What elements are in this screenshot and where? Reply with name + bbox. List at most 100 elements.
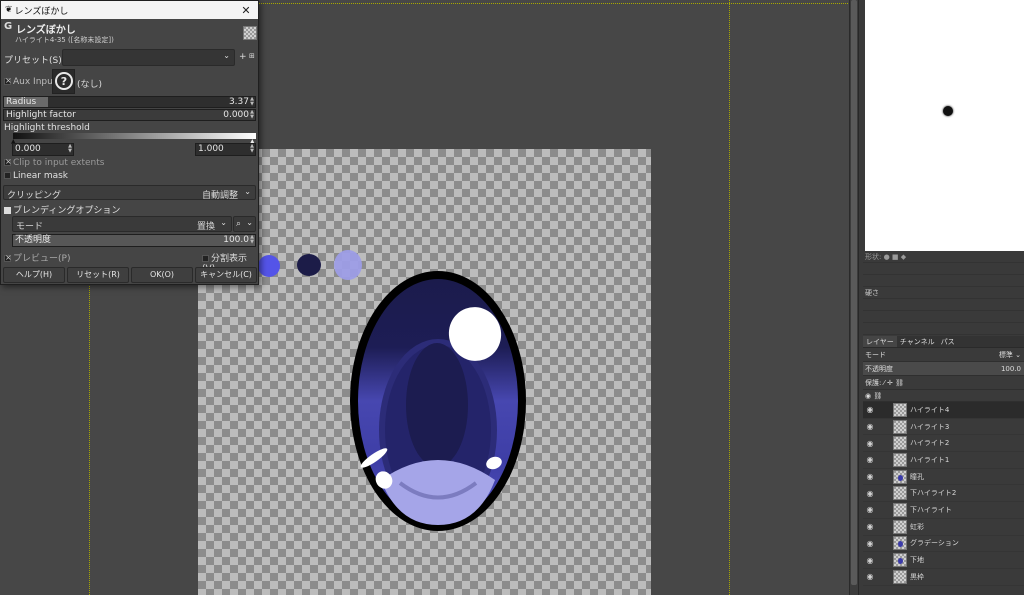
layer-row[interactable]: ◉ 下地 (863, 552, 1024, 569)
ok-button[interactable]: OK(O) (131, 267, 193, 283)
clip-extents-check[interactable] (4, 157, 12, 166)
threshold-gradient-bar[interactable] (13, 133, 256, 139)
scroll-thumb[interactable] (851, 0, 857, 585)
layer-row[interactable]: ◉ ハイライト4 (863, 402, 1024, 419)
right-dock: 形状: ● ■ ◆ 硬さ レイヤー チャンネル パス モード 標準 ⌄ 不透明度… (858, 0, 1024, 595)
clipping-combo[interactable]: クリッピング 自動調整 ⌄ (3, 185, 256, 201)
layer-row[interactable]: ◉ ハイライト3 (863, 419, 1024, 436)
layer-thumbnail (893, 569, 907, 584)
layer-opacity-label: 不透明度 (865, 365, 893, 373)
layer-row[interactable]: ◉ グラデーション (863, 536, 1024, 553)
preset-menu-icon[interactable]: ⊞ (249, 52, 255, 60)
tool-option-row[interactable] (863, 275, 1024, 287)
hardness-label: 硬さ (865, 289, 879, 297)
tool-option-row[interactable] (863, 263, 1024, 275)
tool-option-row[interactable] (863, 311, 1024, 323)
layer-name-label: 下ハイライト (910, 505, 952, 514)
tab-paths[interactable]: パス (938, 336, 958, 347)
layer-row[interactable]: ◉ 下ハイライト (863, 502, 1024, 519)
threshold-low-spin[interactable]: 0.000 ▲ ▼ (12, 143, 74, 156)
layer-row[interactable]: ◉ 虹彩 (863, 519, 1024, 536)
visibility-eye-icon[interactable]: ◉ (863, 572, 877, 581)
aux-input-checkbox[interactable]: Aux Input (4, 76, 57, 87)
brush-shape-row[interactable]: 形状: ● ■ ◆ (863, 251, 1024, 263)
visibility-eye-icon[interactable]: ◉ (863, 405, 877, 414)
highlight-factor-value[interactable]: 0.000 (223, 110, 249, 121)
linear-mask-checkbox[interactable]: Linear mask (4, 171, 68, 181)
layer-row[interactable]: ◉ ハイライト1 (863, 452, 1024, 469)
tool-option-row[interactable] (863, 323, 1024, 335)
close-icon[interactable]: ✕ (234, 4, 258, 17)
visibility-eye-icon[interactable]: ◉ (863, 539, 877, 548)
add-preset-icon[interactable]: + (239, 52, 247, 62)
preset-combo[interactable]: ⌄ (62, 49, 235, 66)
radius-label: Radius (6, 97, 37, 107)
blend-options-toggle[interactable]: ブレンディングオプション (4, 203, 120, 216)
layer-mode-select[interactable]: 標準 ⌄ (999, 348, 1021, 362)
canvas-vertical-scrollbar[interactable] (849, 0, 858, 595)
preview-label: プレビュー(P) (13, 254, 71, 264)
preset-label: プリセット(S): (4, 56, 65, 66)
visibility-eye-icon[interactable]: ◉ (863, 455, 877, 464)
visibility-eye-icon[interactable]: ◉ (863, 505, 877, 514)
threshold-high-spin[interactable]: 1.000 ▲ ▼ (195, 143, 256, 156)
highlight-factor-slider[interactable]: Highlight factor 0.000 ▲ ▼ (3, 109, 256, 121)
aux-input-label: Aux Input (13, 77, 57, 87)
radius-value[interactable]: 3.37 (229, 97, 249, 108)
spin-arrows-icon[interactable]: ▲ ▼ (250, 144, 254, 154)
spin-arrows-icon[interactable]: ▲ ▼ (250, 97, 254, 107)
linear-mask-check[interactable] (4, 172, 11, 179)
dialog-titlebar[interactable]: ❦ レンズぼかし ✕ (1, 1, 258, 19)
gimp-icon: ❦ (5, 5, 13, 15)
help-button[interactable]: ヘルプ(H) (3, 267, 65, 283)
filter-header: G レンズぼかし ハイライト4-35 ([名称未設定]) (3, 21, 258, 47)
visibility-eye-icon[interactable]: ◉ (863, 522, 877, 531)
clipping-value: 自動調整 (201, 191, 238, 201)
visibility-eye-icon[interactable]: ◉ (863, 422, 877, 431)
shape-icons[interactable]: ● ■ ◆ (884, 253, 907, 261)
threshold-high-value[interactable]: 1.000 (198, 144, 224, 155)
layer-name-label: ハイライト4 (910, 405, 950, 414)
cancel-button[interactable]: キャンセル(C) (195, 267, 257, 283)
tab-channels[interactable]: チャンネル (897, 336, 938, 347)
linear-mask-row[interactable]: Linear mask (3, 171, 258, 183)
lock-icons[interactable]: ⁄ ✛ ⛓ (884, 379, 904, 387)
layer-mode-label: モード (865, 351, 886, 359)
preview-checkbox[interactable]: プレビュー(P) (4, 251, 70, 264)
layer-row[interactable]: ◉ 瞳孔 (863, 469, 1024, 486)
layer-row[interactable]: ◉ ハイライト2 (863, 435, 1024, 453)
blend-mode-combo[interactable]: モード 置換 ⌄ (12, 216, 232, 232)
aux-input-button[interactable]: ? (52, 69, 75, 94)
brush-preview (865, 0, 1024, 251)
layer-opacity-value[interactable]: 100.0 (1001, 362, 1021, 376)
tool-option-row[interactable] (863, 299, 1024, 311)
blend-opacity-slider[interactable]: 不透明度 100.0 ▲ ▼ (12, 234, 256, 247)
reset-button[interactable]: リセット(R) (67, 267, 129, 283)
layer-mode-row[interactable]: モード 標準 ⌄ (863, 348, 1024, 362)
spin-arrows-icon[interactable]: ▲ ▼ (250, 110, 254, 120)
aux-input-check[interactable] (4, 76, 12, 85)
spin-arrows-icon[interactable]: ▲ ▼ (250, 235, 254, 245)
blend-options-expander[interactable]: ブレンディングオプション (3, 203, 258, 216)
visibility-eye-icon[interactable]: ◉ (863, 556, 877, 565)
visibility-eye-icon[interactable]: ◉ (863, 439, 877, 448)
preview-check[interactable] (4, 253, 12, 262)
visibility-eye-icon[interactable]: ◉ (863, 472, 877, 481)
hardness-row[interactable]: 硬さ (863, 287, 1024, 299)
layer-opacity-row[interactable]: 不透明度 100.0 (863, 362, 1024, 376)
clip-extents-row[interactable]: Clip to input extents (3, 157, 258, 170)
radius-slider[interactable]: Radius 3.37 ▲ ▼ (3, 96, 256, 108)
blend-opacity-value[interactable]: 100.0 (223, 235, 249, 246)
layer-row[interactable]: ◉ 黒枠 (863, 569, 1024, 586)
visibility-eye-icon[interactable]: ◉ (863, 489, 877, 498)
split-view-check[interactable] (202, 255, 209, 262)
spin-arrows-icon[interactable]: ▲ ▼ (68, 144, 72, 154)
color-swatch-navy (297, 254, 321, 276)
clip-extents-checkbox[interactable]: Clip to input extents (4, 157, 104, 168)
tab-layers[interactable]: レイヤー (863, 336, 897, 347)
threshold-low-value[interactable]: 0.000 (15, 144, 41, 155)
blend-mode-value: 置換 (196, 222, 215, 232)
composite-mode-button[interactable]: ⌕ ⌄ (233, 216, 256, 232)
layer-row[interactable]: ◉ 下ハイライト2 (863, 485, 1024, 503)
layer-thumbnail (893, 553, 907, 568)
